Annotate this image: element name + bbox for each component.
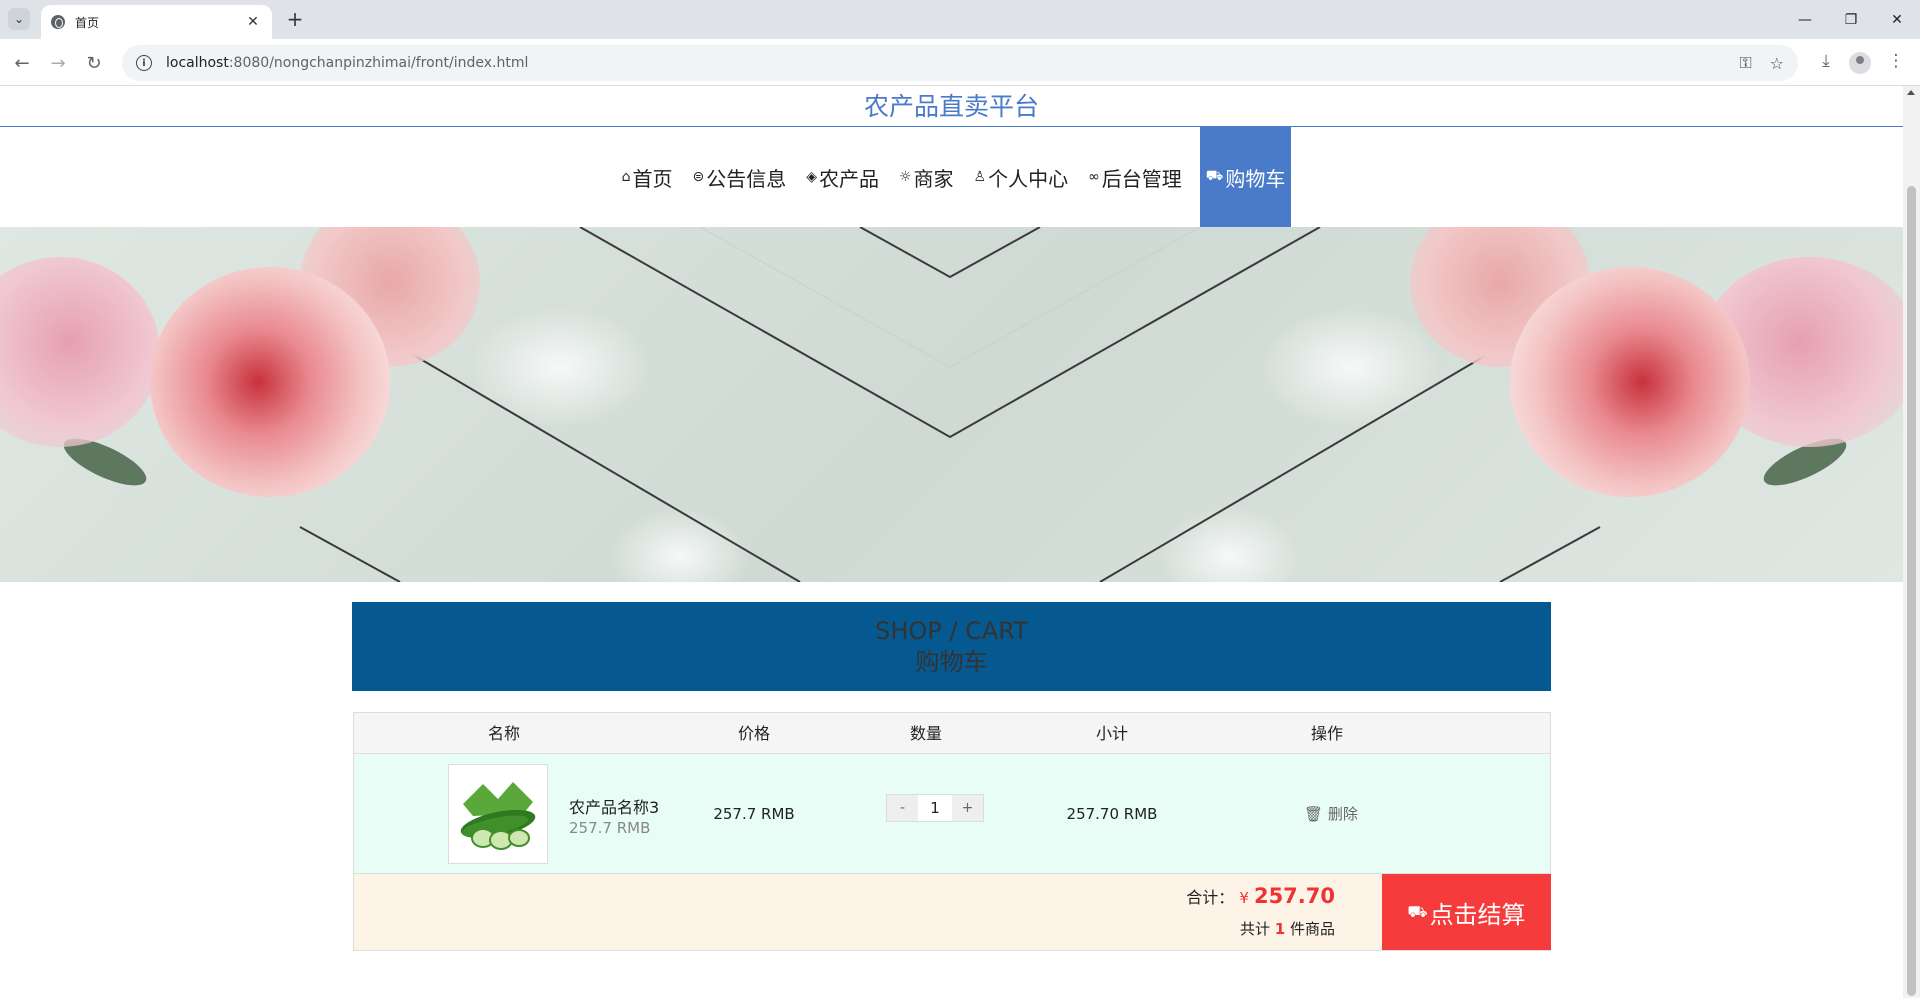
reload-icon[interactable]: ↻ (82, 51, 106, 75)
cart-icon: ⛟ (1205, 168, 1224, 184)
page-scrollbar[interactable] (1903, 86, 1920, 998)
url-path: :8080/nongchanpinzhimai/front/index.html (228, 55, 529, 71)
nav-label: 商家 (913, 166, 954, 191)
nav-merchants[interactable]: ☼ 商家 (889, 127, 964, 227)
col-price: 价格 (737, 724, 770, 743)
table-row: 农产品名称3 257.7 RMB 257.7 RMB - 1 + 257.70 … (354, 754, 1550, 874)
restore-icon[interactable]: ❐ (1828, 0, 1874, 39)
layers-icon: ◈ (806, 169, 817, 185)
total-amount: 257.70 (1253, 884, 1335, 908)
new-tab-icon[interactable]: + (283, 8, 307, 30)
tab-list-dropdown-icon[interactable]: ⌄ (8, 8, 30, 30)
bookmark-star-icon[interactable]: ☆ (1770, 54, 1784, 73)
col-quantity: 数量 (909, 724, 942, 743)
col-name: 名称 (487, 724, 520, 743)
banner-carousel[interactable] (0, 227, 1903, 582)
cucumber-image (460, 782, 536, 850)
user-icon: ♙ (973, 169, 987, 185)
nav-label: 个人中心 (988, 166, 1069, 191)
qty-input[interactable]: 1 (918, 795, 952, 821)
minimize-icon[interactable]: — (1782, 0, 1828, 39)
cart-footer: 合计： ¥ 257.70 共计 1 件商品 ⛟ 点击结算 (354, 874, 1551, 950)
count-prefix: 共计 (1239, 920, 1270, 938)
item-count: 1 (1274, 920, 1286, 938)
url-text[interactable]: localhost:8080/nongchanpinzhimai/front/i… (166, 55, 1721, 71)
download-icon[interactable]: ⤓ (1814, 51, 1838, 71)
cart-section-header: SHOP / CART 购物车 (352, 602, 1551, 691)
link-icon: ∞ (1088, 169, 1100, 185)
product-image[interactable] (448, 764, 548, 864)
flower-decoration (1510, 267, 1750, 497)
product-subtotal: 257.70 RMB (1066, 805, 1158, 823)
nav-cart[interactable]: ⛟ 购物车 (1199, 127, 1292, 227)
currency-symbol: ¥ (1239, 889, 1249, 907)
nav-label: 公告信息 (706, 166, 787, 191)
checkout-button[interactable]: ⛟ 点击结算 (1382, 874, 1551, 950)
url-host: localhost (166, 55, 229, 71)
delete-button[interactable]: 🗑 删除 (1304, 754, 1358, 874)
cart-table: 名称 价格 数量 小计 操作 农产品名称3 257.7 RMB 257.7 RM… (353, 712, 1551, 951)
qty-minus-button[interactable]: - (887, 795, 918, 821)
browser-toolbar: ← → ↻ i localhost:8080/nongchanpinzhimai… (0, 39, 1920, 86)
site-title: 农产品直卖平台 (863, 92, 1039, 121)
total-line: 合计： ¥ 257.70 (1186, 884, 1335, 908)
site-header: 农产品直卖平台 (0, 86, 1903, 127)
window-close-icon[interactable]: ✕ (1874, 0, 1920, 39)
table-header: 名称 价格 数量 小计 操作 (354, 713, 1550, 754)
quantity-stepper: - 1 + (886, 794, 984, 822)
nav-home[interactable]: ⌂ 首页 (612, 127, 683, 227)
nav-products[interactable]: ◈ 农产品 (796, 127, 889, 227)
trash-icon: 🗑 (1304, 805, 1324, 823)
globe-icon (51, 15, 65, 29)
back-icon[interactable]: ← (10, 51, 34, 75)
main-nav: ⌂ 首页 ⊜ 公告信息 ◈ 农产品 ☼ 商家 ♙ 个人中心 ∞ 后台管理 ⛟ 购物车 (0, 127, 1903, 227)
browser-tab[interactable]: 首页 ✕ (41, 5, 272, 39)
browser-tabbar: ⌄ 首页 ✕ + — ❐ ✕ (0, 0, 1920, 39)
sun-icon: ☼ (898, 169, 912, 185)
product-unit-price: 257.7 RMB (569, 819, 651, 837)
total-label: 合计： (1186, 888, 1235, 907)
flower-decoration (150, 267, 390, 497)
nav-label: 首页 (632, 166, 673, 191)
cart-title-en: SHOP / CART (875, 617, 1028, 645)
more-menu-icon[interactable]: ⋮ (1884, 51, 1908, 71)
nav-label: 农产品 (818, 166, 879, 191)
delete-label: 删除 (1327, 805, 1358, 823)
nav-notice[interactable]: ⊜ 公告信息 (682, 127, 796, 227)
col-subtotal: 小计 (1095, 724, 1128, 743)
password-key-icon[interactable]: ⚿ (1739, 53, 1751, 73)
scroll-up-arrow-icon[interactable] (1907, 90, 1915, 95)
cart-icon: ⛟ (1407, 901, 1428, 921)
tab-close-icon[interactable]: ✕ (244, 14, 262, 30)
tab-title: 首页 (75, 15, 100, 30)
scroll-thumb[interactable] (1907, 186, 1916, 996)
col-action: 操作 (1310, 724, 1343, 743)
count-line: 共计 1 件商品 (1240, 918, 1335, 939)
forward-icon[interactable]: → (46, 51, 70, 75)
nav-label: 后台管理 (1101, 166, 1182, 191)
address-bar[interactable]: i localhost:8080/nongchanpinzhimai/front… (122, 45, 1798, 81)
site-info-icon[interactable]: i (136, 55, 152, 71)
notice-icon: ⊜ (692, 169, 705, 185)
home-icon: ⌂ (621, 169, 631, 185)
page-viewport: 农产品直卖平台 ⌂ 首页 ⊜ 公告信息 ◈ 农产品 ☼ 商家 ♙ 个人中心 ∞ 后台管理 ⛟… (0, 86, 1920, 998)
profile-avatar-icon[interactable] (1849, 52, 1871, 74)
product-price: 257.7 RMB (713, 805, 795, 823)
nav-admin[interactable]: ∞ 后台管理 (1078, 127, 1192, 227)
qty-plus-button[interactable]: + (952, 795, 983, 821)
nav-personal-center[interactable]: ♙ 个人中心 (964, 127, 1079, 227)
product-name[interactable]: 农产品名称3 (569, 794, 659, 818)
checkout-label: 点击结算 (1429, 900, 1526, 929)
count-suffix: 件商品 (1289, 920, 1335, 938)
cart-title-cn: 购物车 (915, 648, 988, 676)
nav-label: 购物车 (1225, 166, 1286, 191)
window-controls: — ❐ ✕ (1782, 0, 1920, 39)
